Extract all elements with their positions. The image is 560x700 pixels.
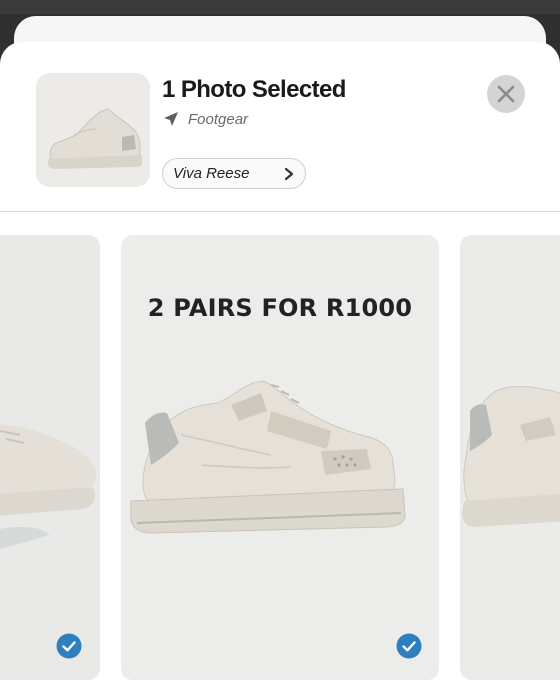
check-circle-icon[interactable] xyxy=(56,633,82,659)
photo-card-next[interactable] xyxy=(460,235,560,680)
close-button[interactable] xyxy=(487,75,525,113)
subtitle-row: Footgear xyxy=(162,110,248,128)
share-sheet: 1 Photo Selected Footgear Viva Reese 2 P… xyxy=(0,42,560,700)
account-selector[interactable]: Viva Reese xyxy=(162,158,306,189)
category-label: Footgear xyxy=(188,110,249,128)
chevron-right-icon xyxy=(283,167,295,181)
share-header: 1 Photo Selected Footgear Viva Reese xyxy=(0,42,560,212)
sneaker-photo-right xyxy=(460,235,560,680)
send-icon xyxy=(162,110,180,128)
close-icon xyxy=(487,75,525,113)
photo-card-previous[interactable] xyxy=(0,235,100,680)
sneaker-thumbnail-image xyxy=(36,73,150,187)
sneaker-photo-left xyxy=(0,235,100,680)
promo-headline: 2 PAIRS FOR R1000 xyxy=(147,294,413,322)
photo-card-current[interactable]: 2 PAIRS FOR R1000 xyxy=(121,235,439,680)
selected-photo-thumbnail[interactable] xyxy=(36,73,150,187)
check-circle-icon[interactable] xyxy=(396,633,422,659)
page-title: 1 Photo Selected xyxy=(162,76,346,103)
account-name: Viva Reese xyxy=(173,165,250,182)
photo-carousel[interactable]: 2 PAIRS FOR R1000 xyxy=(0,212,560,700)
status-strip xyxy=(0,0,560,14)
